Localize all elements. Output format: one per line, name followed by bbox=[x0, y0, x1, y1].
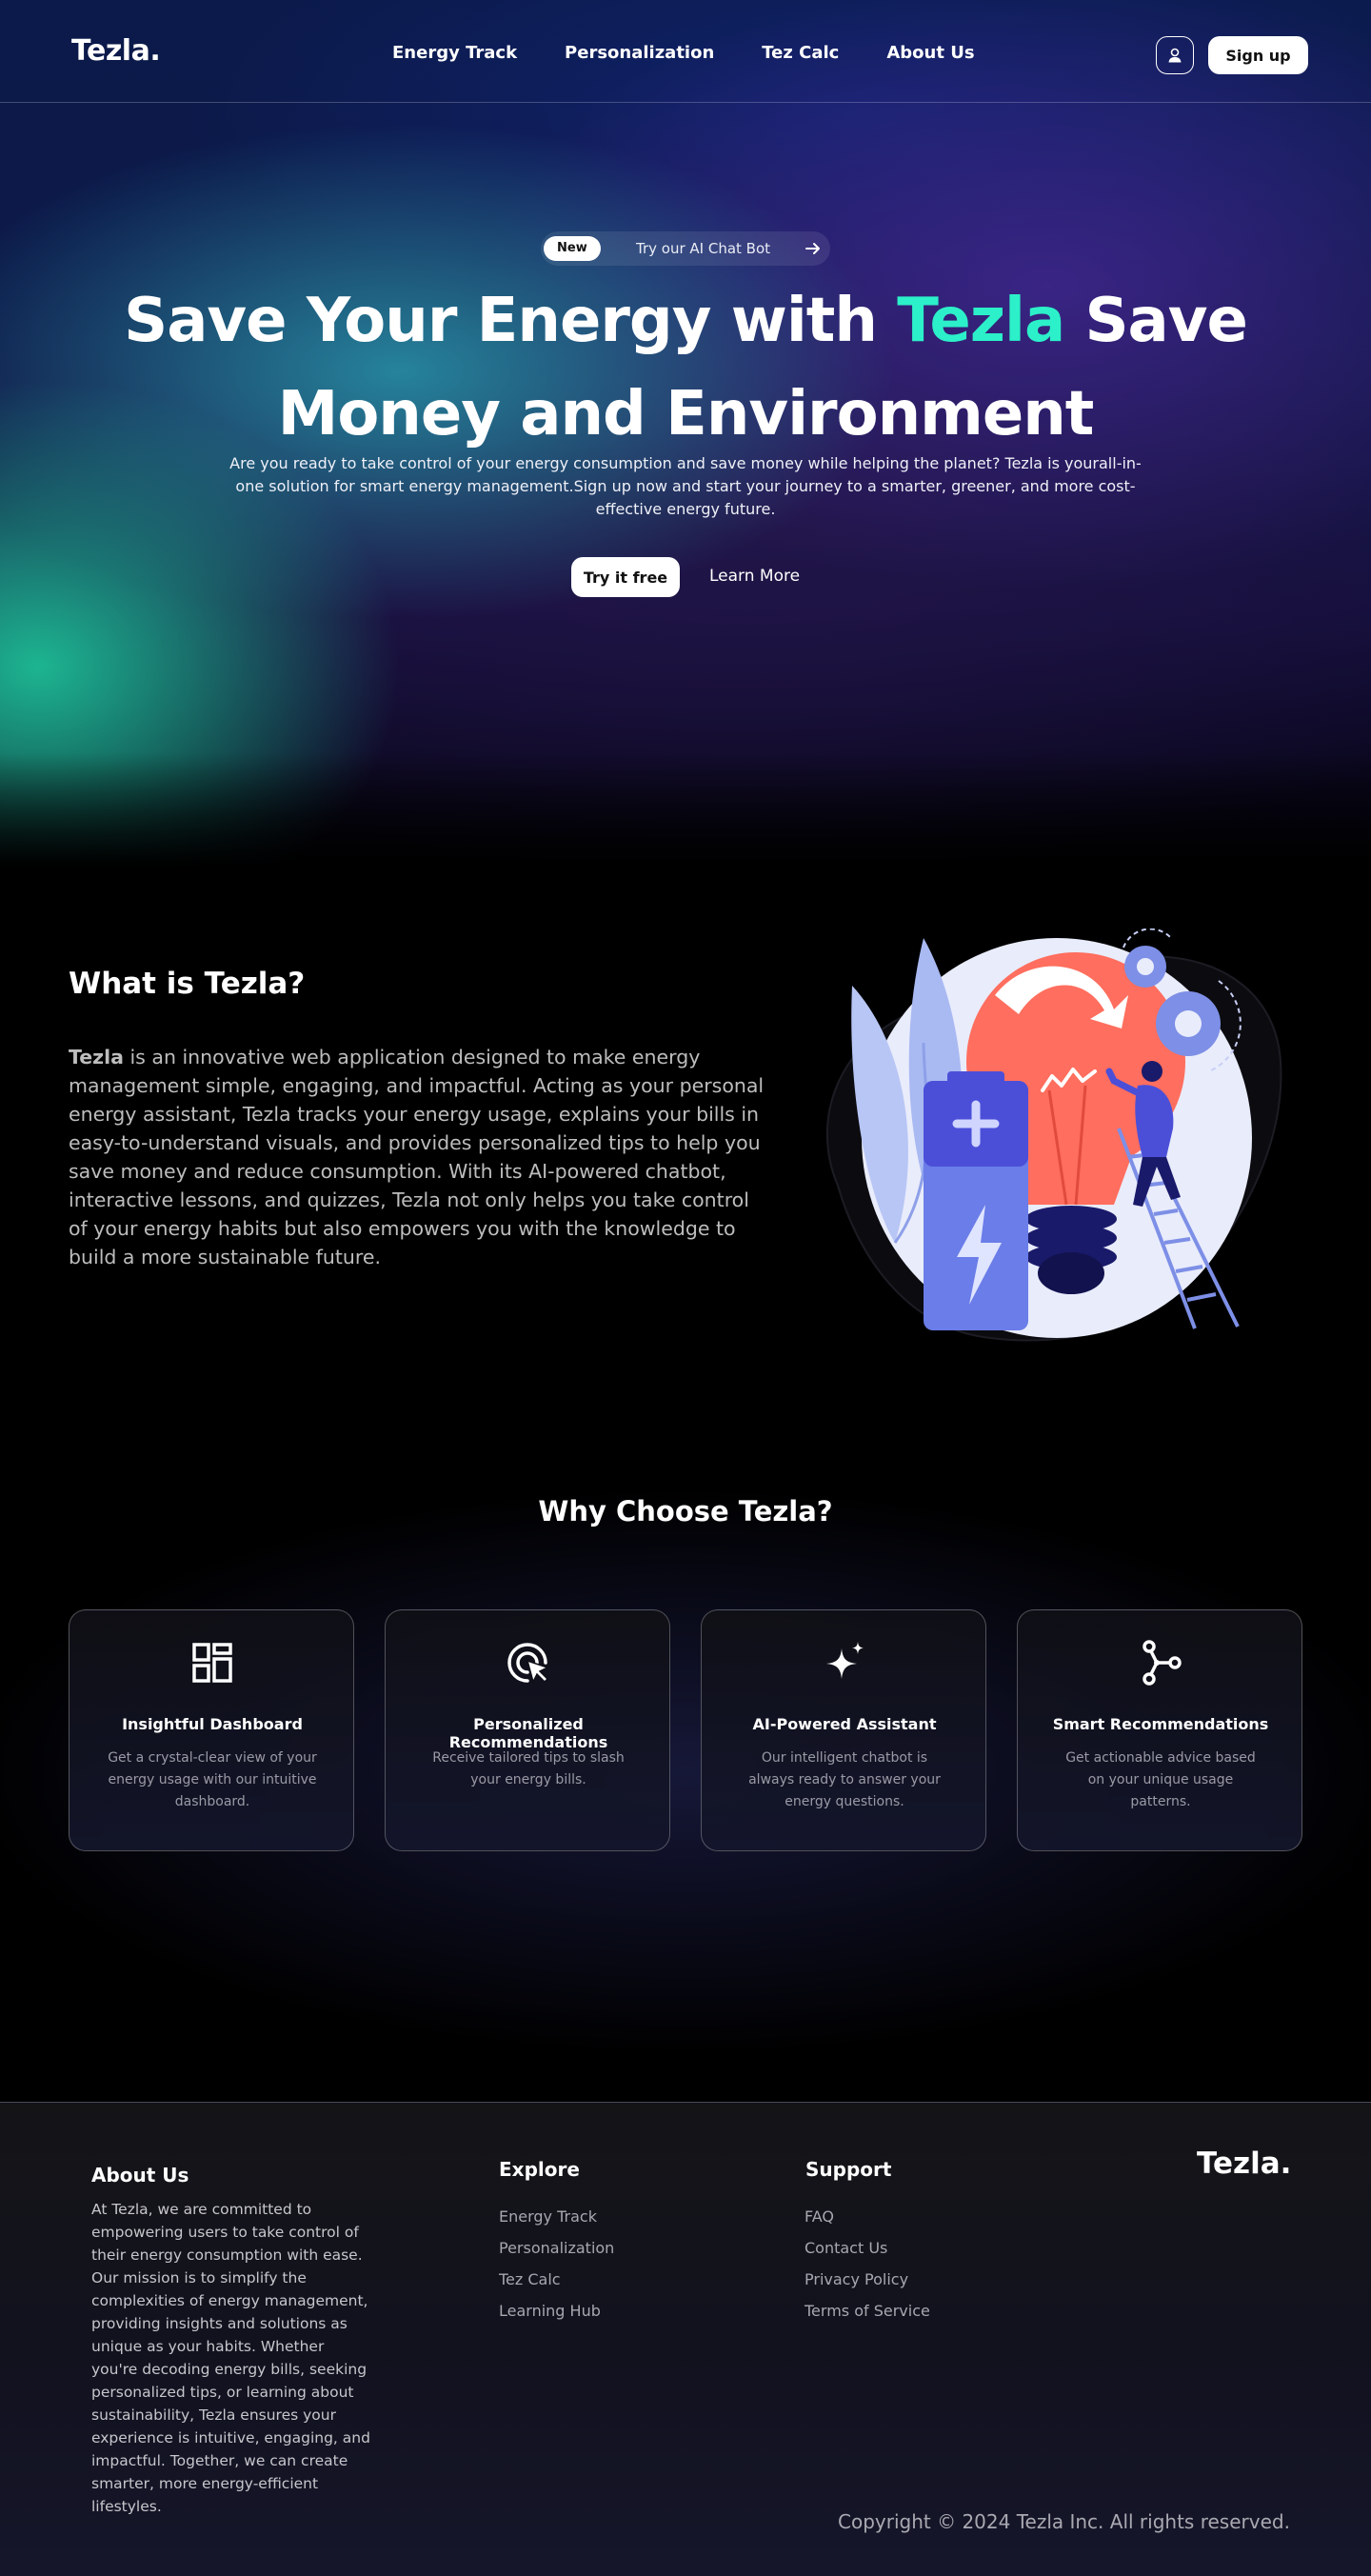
top-navbar: Tezla. Energy Track Personalization Tez … bbox=[0, 0, 1371, 103]
footer-link-tez-calc[interactable]: Tez Calc bbox=[499, 2270, 614, 2289]
network-icon bbox=[1142, 1640, 1182, 1686]
footer-support-title: Support bbox=[805, 2158, 892, 2181]
target-cursor-icon bbox=[507, 1643, 549, 1685]
nav-link-personalization[interactable]: Personalization bbox=[565, 43, 714, 63]
footer-about-title: About Us bbox=[91, 2164, 189, 2187]
footer-explore-title: Explore bbox=[499, 2158, 580, 2181]
feature-card-dashboard[interactable]: Insightful Dashboard Get a crystal-clear… bbox=[69, 1609, 354, 1851]
arrow-right-icon bbox=[805, 243, 820, 254]
hero-section: Tezla. Energy Track Personalization Tez … bbox=[0, 0, 1371, 867]
energy-saving-illustration bbox=[825, 929, 1282, 1342]
hero-title-accent: Tezla bbox=[897, 286, 1065, 356]
footer-link-learning-hub[interactable]: Learning Hub bbox=[499, 2302, 614, 2321]
nav-link-energy-track[interactable]: Energy Track bbox=[392, 43, 517, 63]
hero-description: Are you ready to take control of your en… bbox=[229, 454, 1142, 518]
sparkle-icon bbox=[826, 1642, 864, 1679]
ai-chatbot-announcement[interactable]: New Try our AI Chat Bot bbox=[541, 231, 830, 266]
user-icon bbox=[1168, 48, 1182, 63]
why-section-title: Why Choose Tezla? bbox=[538, 1495, 833, 1528]
user-account-button[interactable] bbox=[1156, 36, 1194, 74]
card-description: Receive tailored tips to slash your ener… bbox=[432, 1750, 625, 1787]
footer-link-energy-track[interactable]: Energy Track bbox=[499, 2207, 614, 2227]
card-title: Insightful Dashboard bbox=[122, 1715, 303, 1733]
card-title: AI-Powered Assistant bbox=[752, 1715, 937, 1733]
footer-link-terms-of-service[interactable]: Terms of Service bbox=[805, 2302, 930, 2321]
sign-up-button[interactable]: Sign up bbox=[1208, 36, 1308, 74]
new-badge: New bbox=[544, 236, 601, 261]
logo[interactable]: Tezla. bbox=[71, 34, 161, 68]
copyright-text: Copyright © 2024 Tezla Inc. All rights r… bbox=[838, 2510, 1290, 2533]
footer-explore-links: Energy Track Personalization Tez Calc Le… bbox=[499, 2207, 614, 2321]
card-description: Our intelligent chatbot is always ready … bbox=[748, 1750, 941, 1809]
brand-name: Tezla bbox=[69, 1046, 124, 1068]
feature-card-personalized[interactable]: Personalized Recommendations Receive tai… bbox=[385, 1609, 670, 1851]
footer-link-privacy-policy[interactable]: Privacy Policy bbox=[805, 2270, 930, 2289]
about-section-title: What is Tezla? bbox=[69, 967, 306, 1001]
footer-support-links: FAQ Contact Us Privacy Policy Terms of S… bbox=[805, 2207, 930, 2321]
try-it-free-button[interactable]: Try it free bbox=[571, 557, 680, 597]
about-section-body: Tezla is an innovative web application d… bbox=[69, 1043, 773, 1271]
dashboard-icon bbox=[192, 1643, 232, 1683]
footer-link-personalization[interactable]: Personalization bbox=[499, 2239, 614, 2258]
nav-links: Energy Track Personalization Tez Calc Ab… bbox=[392, 43, 975, 63]
about-body-text: is an innovative web application designe… bbox=[69, 1046, 765, 1268]
hero-title-part1: Save Your Energy with bbox=[124, 286, 898, 356]
learn-more-link[interactable]: Learn More bbox=[709, 567, 800, 586]
hero-title: Save Your Energy with Tezla Save Money a… bbox=[114, 274, 1257, 461]
card-description: Get a crystal-clear view of your energy … bbox=[108, 1750, 317, 1809]
feature-card-ai-assistant[interactable]: AI-Powered Assistant Our intelligent cha… bbox=[701, 1609, 986, 1851]
feature-card-smart-recommendations[interactable]: Smart Recommendations Get actionable adv… bbox=[1017, 1609, 1302, 1851]
footer-logo[interactable]: Tezla. bbox=[1197, 2147, 1291, 2181]
footer-link-faq[interactable]: FAQ bbox=[805, 2207, 930, 2227]
footer-about-text: At Tezla, we are committed to empowering… bbox=[91, 2201, 370, 2515]
card-title: Personalized Recommendations bbox=[448, 1715, 608, 1751]
announcement-text: Try our AI Chat Bot bbox=[636, 240, 771, 257]
card-description: Get actionable advice based on your uniq… bbox=[1065, 1750, 1256, 1809]
nav-link-tez-calc[interactable]: Tez Calc bbox=[762, 43, 839, 63]
card-title: Smart Recommendations bbox=[1052, 1715, 1269, 1733]
footer-link-contact-us[interactable]: Contact Us bbox=[805, 2239, 930, 2258]
nav-link-about-us[interactable]: About Us bbox=[886, 43, 974, 63]
